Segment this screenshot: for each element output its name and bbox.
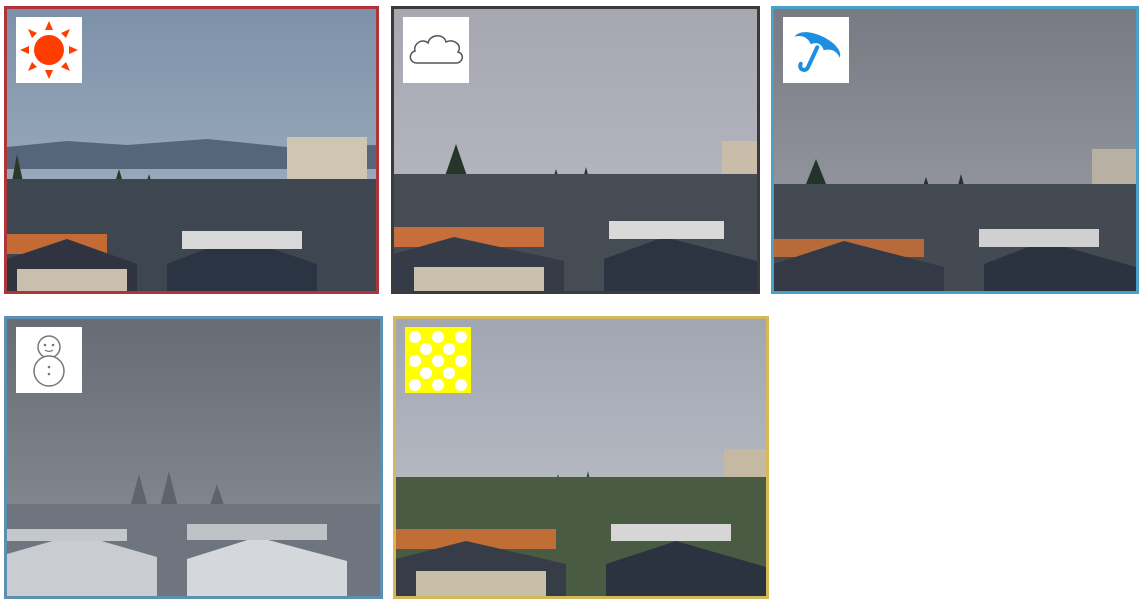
snowman-badge [16, 327, 82, 393]
umbrella-badge [783, 17, 849, 83]
dots-pattern-icon [405, 327, 471, 393]
sun-badge [16, 17, 82, 83]
weather-photo-rainy [771, 6, 1139, 294]
sun-icon [20, 21, 78, 79]
pollen-badge [405, 327, 471, 393]
weather-photo-snowy [4, 316, 383, 599]
weather-photo-sunny [4, 6, 379, 294]
weather-photo-cloudy [391, 6, 760, 294]
cloud-badge [403, 17, 469, 83]
cloud-icon [409, 35, 464, 64]
weather-photo-pollen [393, 316, 769, 599]
snowman-icon [33, 335, 65, 387]
umbrella-icon [794, 32, 840, 72]
